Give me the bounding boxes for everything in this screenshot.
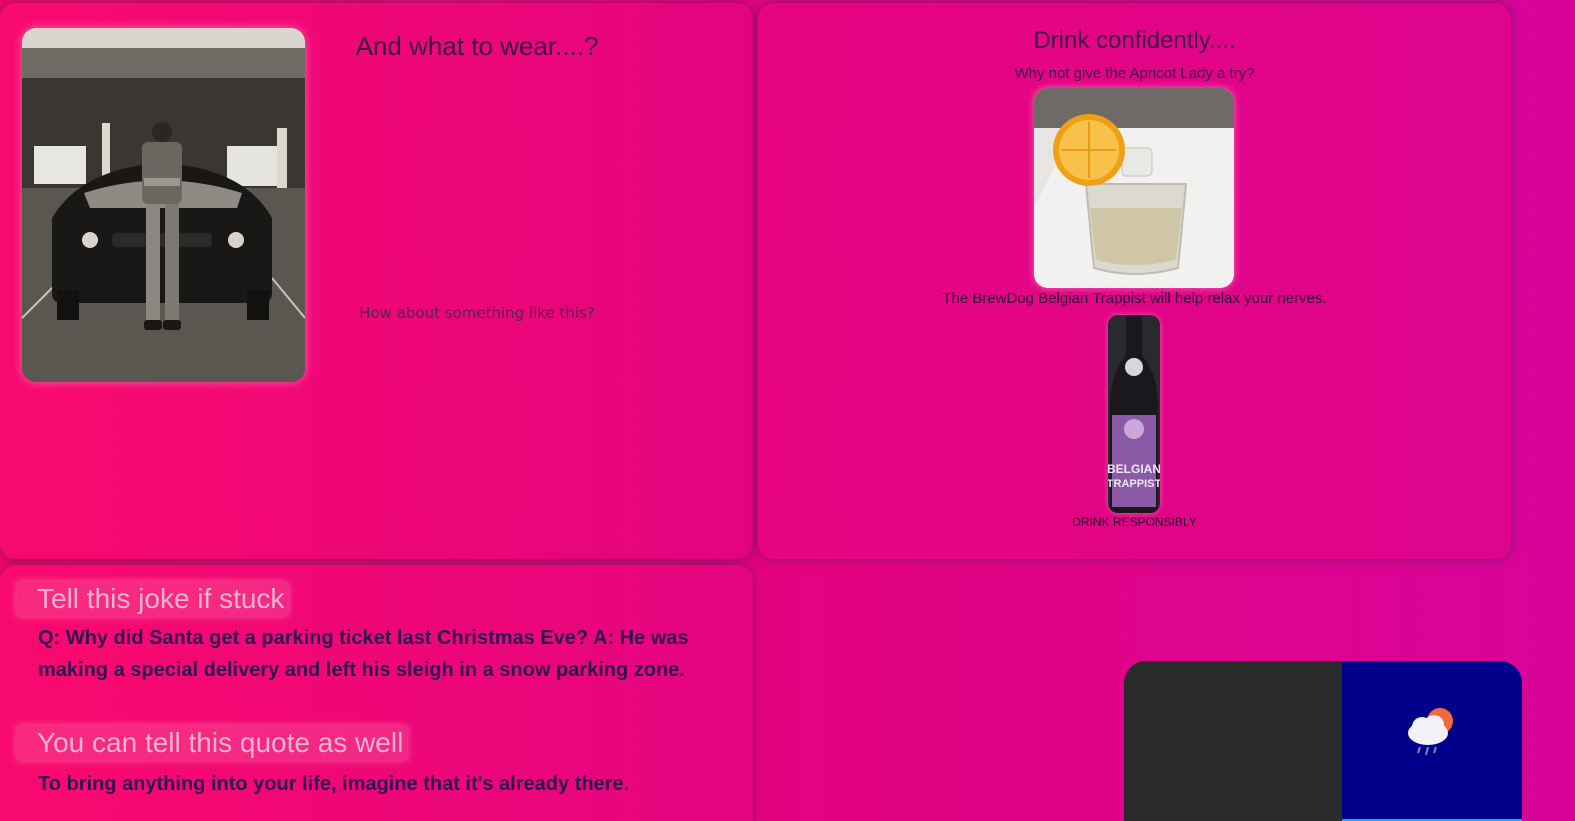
wear-title: And what to wear....? — [355, 31, 599, 61]
bottle-label-belgian: BELGIAN — [1108, 462, 1160, 476]
drink-footer: DRINK RESPONSIBLY — [1072, 515, 1197, 529]
weather-widget[interactable] — [1124, 661, 1522, 821]
beer-bottle-photo: BELGIAN TRAPPIST — [1108, 315, 1160, 513]
drink-card: Drink confidently.... Why not give the A… — [758, 3, 1511, 559]
joke-card: Tell this joke if stuck Q: Why did Santa… — [0, 565, 753, 821]
quote-text: To bring anything into your life, imagin… — [38, 773, 630, 795]
wear-subtitle: How about something like this? — [359, 304, 595, 322]
weather-info-panel — [1124, 661, 1342, 821]
outfit-photo — [22, 28, 305, 382]
joke-heading: Tell this joke if stuck — [17, 582, 289, 616]
drink-title: Drink confidently.... — [1033, 27, 1236, 54]
beer-bottle-image: BELGIAN TRAPPIST — [1108, 315, 1160, 513]
wear-card: And what to wear....? How about somethin… — [0, 3, 753, 559]
drink-suggestion: Why not give the Apricot Lady a try? — [1014, 65, 1255, 82]
beer-suggestion: The BrewDog Belgian Trappist will help r… — [942, 290, 1327, 307]
bottle-label-trappist: TRAPPIST — [1108, 478, 1160, 490]
cloud-sun-rain-icon — [1408, 708, 1453, 756]
outfit-photo-image — [22, 28, 305, 382]
cocktail-photo — [1034, 88, 1234, 288]
quote-heading: You can tell this quote as well — [17, 726, 408, 760]
weather-icon-panel — [1342, 661, 1522, 821]
joke-text: Q: Why did Santa get a parking ticket la… — [38, 627, 689, 681]
cocktail-image — [1034, 88, 1234, 288]
